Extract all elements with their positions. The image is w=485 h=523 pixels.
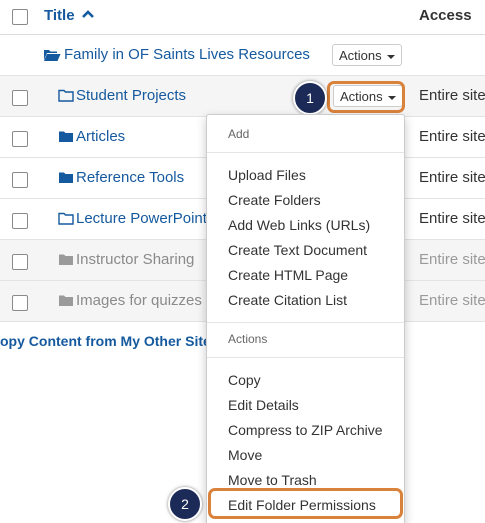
table-row: Student Projects Actions Entire site: [0, 76, 485, 117]
row-checkbox[interactable]: [12, 295, 28, 311]
folder-open-icon: [44, 50, 61, 61]
menu-item-move[interactable]: Move: [228, 447, 262, 463]
folder-link[interactable]: Instructor Sharing: [76, 251, 194, 268]
access-value: Entire site: [419, 251, 485, 268]
access-value: Entire site: [419, 292, 485, 309]
chevron-up-icon: [81, 10, 94, 18]
folder-link[interactable]: Images for quizzes: [76, 292, 202, 309]
menu-header-add: Add: [228, 127, 250, 141]
menu-item-copy[interactable]: Copy: [228, 372, 261, 388]
caret-down-icon: [386, 54, 395, 59]
step-badge-1: 1: [293, 81, 327, 115]
folder-outline-icon: [58, 212, 74, 225]
row-checkbox[interactable]: [12, 90, 28, 106]
menu-item-upload-files[interactable]: Upload Files: [228, 167, 306, 183]
step-badge-2: 2: [168, 487, 202, 521]
folder-link[interactable]: Lecture PowerPoints: [76, 210, 214, 227]
folder-link[interactable]: Student Projects: [76, 87, 186, 104]
menu-header-actions: Actions: [228, 332, 268, 346]
access-value: Entire site: [419, 128, 485, 145]
access-value: Entire site: [419, 169, 485, 186]
actions-dropdown-menu: Add Upload Files Create Folders Add Web …: [206, 114, 405, 523]
access-value: Entire site: [419, 210, 485, 227]
menu-item-move-to-trash[interactable]: Move to Trash: [228, 472, 317, 488]
folder-link[interactable]: Articles: [76, 128, 125, 145]
menu-item-create-folders[interactable]: Create Folders: [228, 192, 321, 208]
folder-icon: [59, 172, 73, 183]
menu-item-create-text-document[interactable]: Create Text Document: [228, 242, 367, 258]
edit-permissions-highlight: [208, 488, 403, 519]
title-sort-header[interactable]: Title: [44, 7, 95, 24]
row-checkbox[interactable]: [12, 254, 28, 270]
folder-icon: [59, 131, 73, 142]
folder-outline-icon: [58, 89, 74, 102]
menu-divider: [207, 152, 404, 153]
select-all-checkbox[interactable]: [12, 9, 28, 25]
actions-highlight: [327, 81, 405, 113]
menu-divider: [207, 322, 404, 323]
copy-content-link[interactable]: opy Content from My Other Site: [0, 333, 211, 349]
row-checkbox[interactable]: [12, 213, 28, 229]
actions-label: Actions: [339, 48, 382, 63]
menu-item-create-html-page[interactable]: Create HTML Page: [228, 267, 348, 283]
title-header-label: Title: [44, 7, 75, 24]
access-header: Access: [419, 7, 472, 24]
row-checkbox[interactable]: [12, 172, 28, 188]
menu-item-edit-details[interactable]: Edit Details: [228, 397, 299, 413]
menu-item-add-web-links[interactable]: Add Web Links (URLs): [228, 217, 370, 233]
folder-icon: [59, 295, 73, 306]
parent-folder-link[interactable]: Family in OF Saints Lives Resources: [64, 46, 310, 63]
folder-link[interactable]: Reference Tools: [76, 169, 184, 186]
parent-actions-button[interactable]: Actions: [332, 44, 402, 66]
folder-icon: [59, 254, 73, 265]
access-value: Entire site: [419, 87, 485, 104]
parent-folder-row: Family in OF Saints Lives Resources Acti…: [0, 35, 485, 76]
menu-item-create-citation-list[interactable]: Create Citation List: [228, 292, 347, 308]
row-checkbox[interactable]: [12, 131, 28, 147]
menu-divider: [207, 357, 404, 358]
table-header: Title Access: [0, 0, 485, 35]
menu-item-compress-zip[interactable]: Compress to ZIP Archive: [228, 422, 383, 438]
